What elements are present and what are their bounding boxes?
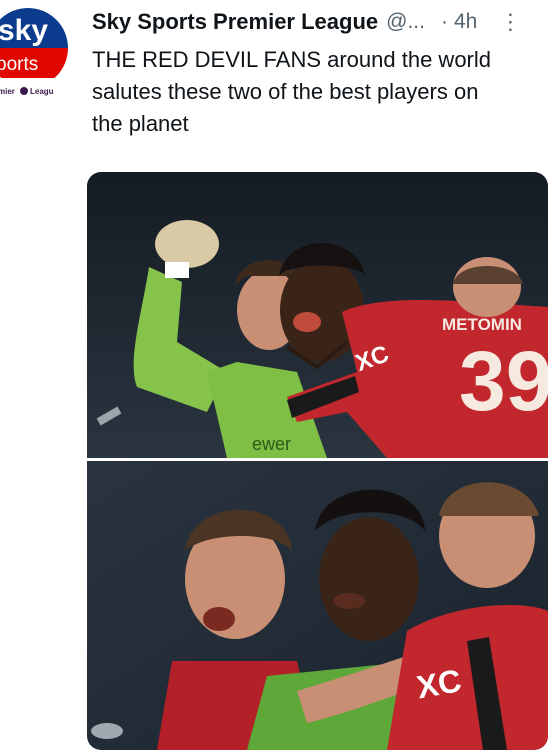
jersey-name: METOMIN (442, 315, 522, 334)
logo-text-bottom: mier (0, 87, 15, 96)
premier-league-icon: mier Leagu (0, 87, 54, 96)
tweet-text: THE RED DEVIL FANS around the world salu… (92, 47, 492, 136)
author-name[interactable]: Sky Sports Premier League (92, 9, 378, 35)
jersey-number: 39 (459, 334, 548, 428)
tweet-header: Sky Sports Premier League @... · 4h ⋮ (92, 6, 547, 38)
more-dots-icon[interactable]: ⋮ (499, 9, 521, 35)
author-handle[interactable]: @... (386, 10, 425, 34)
photo-celebration-1[interactable]: ewer METOMIN 39 XC (87, 172, 548, 458)
svg-text:ewer: ewer (252, 434, 291, 454)
photo-celebration-2[interactable]: XC (87, 461, 548, 750)
media-grid[interactable]: ewer METOMIN 39 XC XC (87, 172, 548, 750)
avatar[interactable]: sky ports mier Leagu (0, 4, 72, 96)
logo-text-top: sky (0, 14, 48, 47)
separator-dot: · (440, 10, 448, 33)
logo-text-mid: ports (0, 54, 38, 75)
timestamp[interactable]: 4h (454, 10, 477, 34)
jersey-logo: XC (414, 662, 464, 705)
logo-text-bottom2: Leagu (30, 87, 54, 96)
